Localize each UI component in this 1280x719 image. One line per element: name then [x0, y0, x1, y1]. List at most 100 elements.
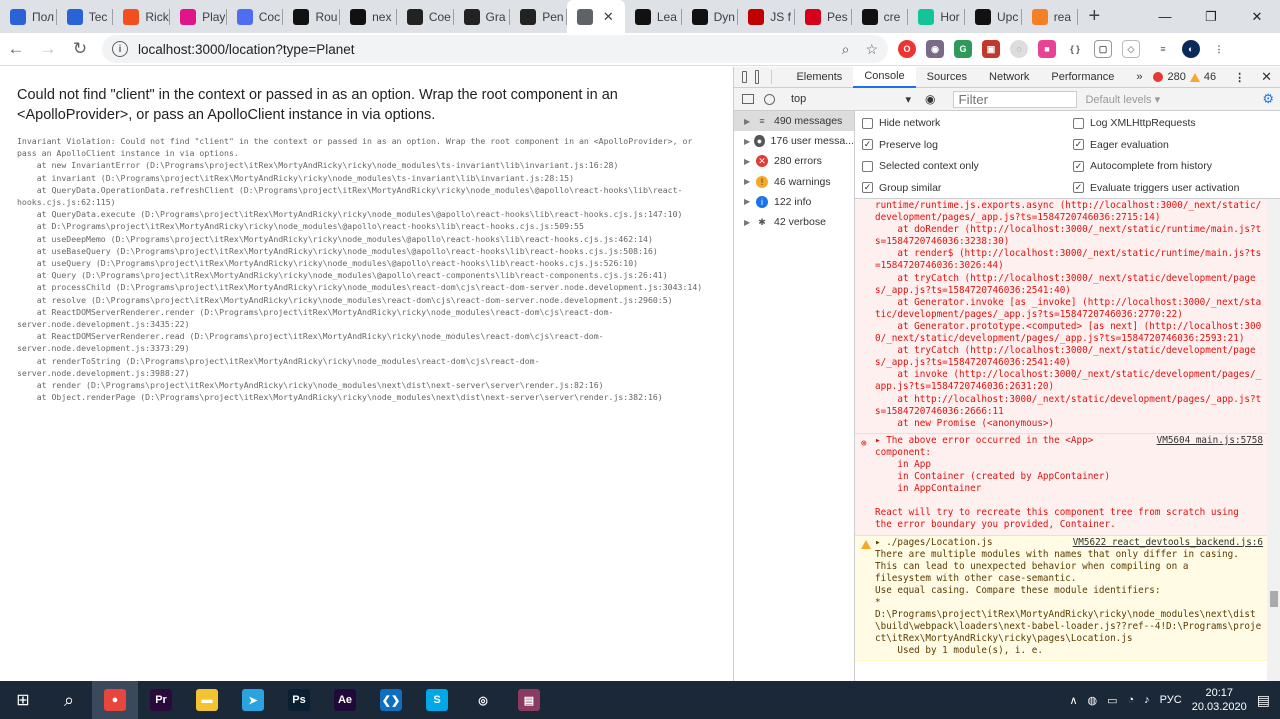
browser-tab[interactable]: Dyn — [682, 0, 739, 33]
checkbox[interactable] — [862, 160, 873, 172]
expand-arrow-icon[interactable]: ▶ — [744, 177, 754, 186]
new-tab-button[interactable]: + — [1078, 0, 1110, 33]
red-extension-icon[interactable]: ▣ — [982, 40, 1000, 58]
expand-arrow-icon[interactable]: ▶ — [744, 218, 754, 227]
reload-button[interactable]: ↻ — [64, 35, 96, 63]
eye-icon[interactable]: ◉ — [925, 92, 935, 106]
close-window-button[interactable]: ✕ — [1234, 0, 1280, 33]
expand-arrow-icon[interactable]: ▶ — [744, 117, 754, 126]
setting-eager-evaluation[interactable]: ✓ Eager evaluation — [1073, 139, 1169, 151]
setting-hide-network[interactable]: Hide network — [862, 117, 940, 129]
close-devtools-icon[interactable]: ✕ — [1261, 69, 1272, 85]
language-indicator[interactable]: РУС — [1160, 694, 1182, 706]
close-tab-icon[interactable]: ✕ — [603, 9, 614, 25]
taskbar-skype[interactable]: S — [414, 681, 460, 719]
start-button[interactable]: ⊞ — [0, 681, 46, 719]
setting-preserve-log[interactable]: ✓ Preserve log — [862, 139, 938, 151]
taskbar-vscode[interactable]: ❮❯ — [368, 681, 414, 719]
taskbar-telegram[interactable]: ➤ — [230, 681, 276, 719]
forward-button[interactable]: → — [32, 35, 64, 63]
info-icon[interactable]: i — [112, 41, 128, 57]
taskbar-premiere[interactable]: Pr — [138, 681, 184, 719]
warning-count[interactable]: 46 — [1204, 71, 1216, 83]
console-settings-gear-icon[interactable]: ⚙ — [1262, 91, 1274, 107]
taskbar-folder[interactable]: ▬ — [184, 681, 230, 719]
network-icon[interactable]: ▭ — [1107, 694, 1117, 707]
error-count[interactable]: 280 — [1167, 71, 1185, 83]
source-link[interactable]: VM5622 react_devtools_backend.js:6 — [1073, 537, 1263, 549]
browser-tab[interactable]: rea — [1022, 0, 1079, 33]
source-link[interactable]: VM5604 main.js:5758 — [1157, 435, 1263, 447]
log-levels-dropdown[interactable]: Default levels ▾ — [1085, 93, 1160, 106]
browser-tab[interactable]: ✕ — [566, 0, 625, 33]
clear-console-icon[interactable] — [764, 93, 775, 105]
context-selector[interactable]: top ▾ — [791, 93, 911, 106]
browser-tab[interactable]: Play — [170, 0, 227, 33]
checkbox[interactable] — [1073, 117, 1084, 129]
notification-icon[interactable]: ▤ — [1257, 692, 1270, 709]
browser-tab[interactable]: Rou — [283, 0, 341, 33]
devtools-tab-performance[interactable]: Performance — [1040, 67, 1125, 88]
shield-extension-icon[interactable]: ◇ — [1122, 40, 1140, 58]
sidebar-item-warning[interactable]: ▶! 46 warnings — [734, 172, 854, 192]
browser-tab[interactable]: Pes — [795, 0, 852, 33]
devtools-tab-elements[interactable]: Elements — [785, 67, 853, 88]
devtools-tab-console[interactable]: Console — [853, 67, 916, 88]
minimize-button[interactable]: — — [1142, 0, 1188, 33]
setting-log-xmlhttprequests[interactable]: Log XMLHttpRequests — [1073, 117, 1196, 129]
volume-icon[interactable]: ♪ — [1144, 694, 1150, 706]
checkbox[interactable]: ✓ — [862, 182, 873, 193]
zoom-icon[interactable]: ⌕ — [842, 41, 850, 58]
search-button[interactable]: ⌕ — [46, 681, 92, 719]
checkbox[interactable]: ✓ — [1073, 139, 1084, 150]
sidebar-toggle-icon[interactable] — [742, 94, 754, 104]
browser-tab[interactable]: nex — [340, 0, 397, 33]
device-toolbar-icon[interactable] — [755, 70, 760, 84]
github-tray-icon[interactable]: ◍ — [1088, 694, 1098, 707]
wifi-icon[interactable]: ◔ — [1128, 694, 1135, 706]
g-extension-icon[interactable]: G — [954, 40, 972, 58]
filter-input[interactable] — [953, 90, 1078, 108]
browser-tab[interactable]: JS f — [738, 0, 795, 33]
owl-extension-icon[interactable]: ◉ — [926, 40, 944, 58]
tray-arrow-icon[interactable]: ∧ — [1069, 694, 1077, 707]
setting-evaluate-triggers-user-activation[interactable]: ✓ Evaluate triggers user activation — [1073, 182, 1239, 194]
expand-arrow-icon[interactable]: ▶ — [744, 157, 754, 166]
address-bar[interactable]: i localhost:3000/location?type=Planet ⌕ … — [102, 35, 888, 63]
browser-tab[interactable]: Pen — [510, 0, 567, 33]
opera-extension-icon[interactable]: O — [898, 40, 916, 58]
browser-tab[interactable]: Coe — [397, 0, 454, 33]
browser-tab[interactable]: Coc — [227, 0, 284, 33]
taskbar-winrar[interactable]: ▤ — [506, 681, 552, 719]
checkbox[interactable]: ✓ — [1073, 160, 1084, 172]
sidebar-item-info[interactable]: ▶ i 122 info — [734, 192, 854, 212]
playlist-icon[interactable]: ≡ — [1154, 40, 1172, 58]
devtools-tab-network[interactable]: Network — [978, 67, 1040, 88]
setting-group-similar[interactable]: ✓ Group similar — [862, 182, 941, 194]
taskbar-aftereffects[interactable]: Ae — [322, 681, 368, 719]
devtools-tab-sources[interactable]: Sources — [916, 67, 978, 88]
browser-tab[interactable]: Upc — [965, 0, 1022, 33]
expand-arrow-icon[interactable]: ▶ — [744, 137, 752, 146]
checkbox[interactable] — [862, 117, 873, 129]
sidebar-item-error[interactable]: ▶ ✕ 280 errors — [734, 151, 854, 171]
expand-arrow-icon[interactable]: ▶ — [744, 197, 754, 206]
browser-tab[interactable]: Hor — [908, 0, 965, 33]
menu-dots-icon[interactable]: ⋮ — [1210, 40, 1228, 58]
sidebar-item-list[interactable]: ▶ ≡ 490 messages — [734, 111, 854, 132]
bookmark-star-icon[interactable]: ☆ — [865, 41, 878, 58]
taskbar-photoshop[interactable]: Ps — [276, 681, 322, 719]
inspect-icon[interactable] — [742, 71, 748, 83]
checkbox[interactable]: ✓ — [1073, 182, 1084, 193]
profile-avatar[interactable]: ◐ — [1182, 40, 1200, 58]
console-scrollbar[interactable] — [1267, 199, 1280, 681]
browser-tab[interactable]: Rick — [113, 0, 171, 33]
clock[interactable]: 20:17 20.03.2020 — [1192, 686, 1247, 714]
browser-tab[interactable]: cre — [852, 0, 909, 33]
browser-tab[interactable]: Lea — [625, 0, 682, 33]
braces-extension-icon[interactable]: { } — [1066, 40, 1084, 58]
devtools-menu-icon[interactable]: ⋮ — [1234, 71, 1245, 84]
browser-tab[interactable]: Пол — [0, 0, 57, 33]
screenshot-extension-icon[interactable]: ▢ — [1094, 40, 1112, 58]
maximize-button[interactable]: ❐ — [1188, 0, 1234, 33]
